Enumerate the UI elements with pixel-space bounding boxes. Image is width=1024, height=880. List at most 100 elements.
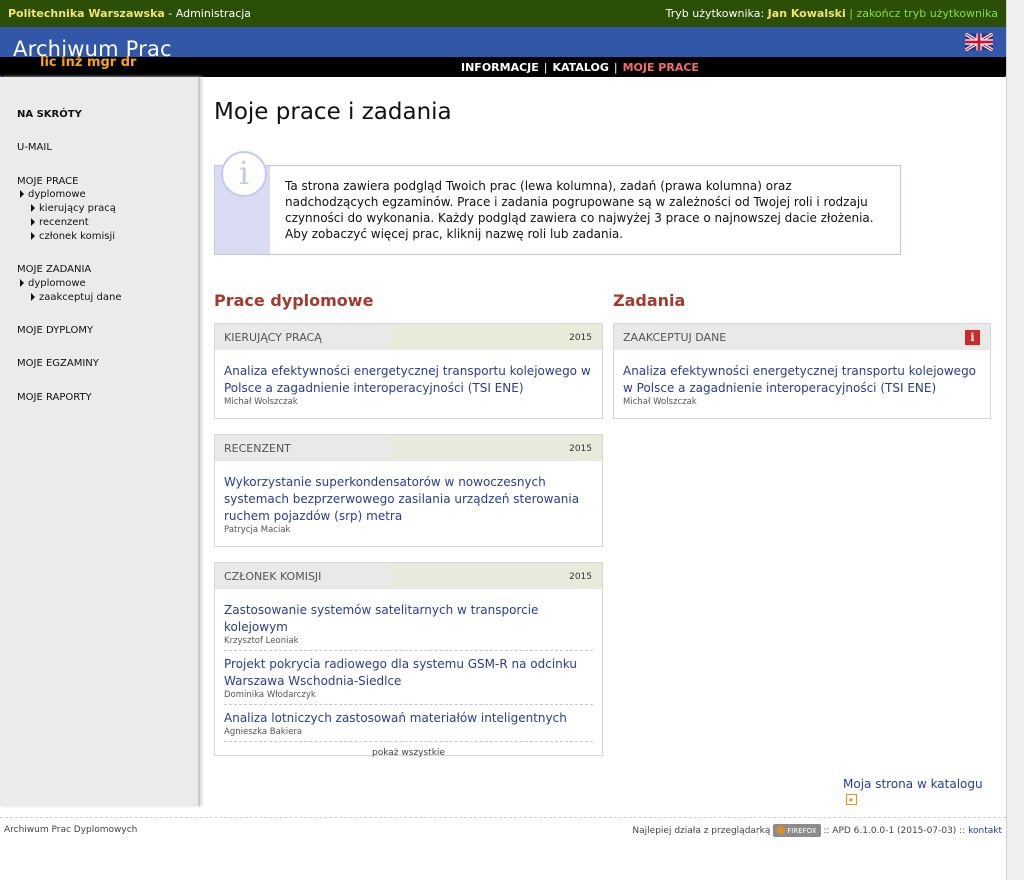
top-bar: Politechnika Warszawska - Administracja … xyxy=(0,0,1006,27)
thesis-link[interactable]: Analiza lotniczych zastosowań materiałów… xyxy=(224,710,593,727)
accept-data-task-link[interactable]: ZAAKCEPTUJ DANE xyxy=(623,331,726,344)
sidebar-item-umail[interactable]: U-MAIL xyxy=(17,142,52,153)
footer-version: :: APD 6.1.0.0-1 (2015-07-03) :: xyxy=(820,826,969,836)
sidebar-item-supervisor[interactable]: kierujący pracą xyxy=(31,203,116,214)
card-year-cell: 2015 xyxy=(391,324,602,350)
list-item: Analiza efektywności energetycznej trans… xyxy=(224,363,593,409)
reviewer-role-link[interactable]: RECENZENT xyxy=(224,442,291,455)
triangle-right-icon xyxy=(31,293,35,301)
sidebar-item-my-tasks-diploma[interactable]: dyplomowe xyxy=(20,278,86,289)
sidebar-item-label: zaakceptuj dane xyxy=(39,292,122,303)
university-name[interactable]: Politechnika Warszawska xyxy=(8,7,165,20)
triangle-right-icon xyxy=(20,190,24,198)
list-item: Projekt pokrycia radiowego dla systemu G… xyxy=(224,656,593,705)
footer-app-name: Archiwum Prac Dyplomowych xyxy=(4,825,138,835)
info-box: i Ta strona zawiera podgląd Twoich prac … xyxy=(214,151,901,255)
info-text: Ta strona zawiera podgląd Twoich prac (l… xyxy=(285,179,874,241)
header: Archiwum Prac lic inż mgr dr INFORMACJE |… xyxy=(0,27,1006,77)
app-sublogo: lic inż mgr dr xyxy=(40,55,137,70)
sidebar-item-my-tasks[interactable]: MOJE ZADANIA xyxy=(17,264,91,275)
thesis-link[interactable]: Projekt pokrycia radiowego dla systemu G… xyxy=(224,656,593,690)
sidebar-item-label: członek komisji xyxy=(39,231,116,242)
uk-flag-icon[interactable] xyxy=(965,33,993,51)
my-catalog-page-link[interactable]: Moja strona w katalogu ▸ xyxy=(843,777,994,805)
card-year: 2015 xyxy=(569,572,592,582)
card-header: KIERUJĄCY PRACĄ 2015 xyxy=(215,324,602,350)
user-mode-info: Tryb użytkownika: Jan Kowalski | zakończ… xyxy=(666,7,998,20)
thesis-link[interactable]: Analiza efektywności energetycznej trans… xyxy=(224,363,593,397)
thesis-author: Krzysztof Leoniak xyxy=(224,636,299,646)
footer-best-with: Najlepiej działa z przeglądarką xyxy=(632,826,771,836)
thesis-author: Michał Wolszczak xyxy=(224,397,298,407)
my-catalog-page-label: Moja strona w katalogu xyxy=(843,777,983,791)
top-bar-left: Politechnika Warszawska - Administracja xyxy=(8,7,251,20)
page: Politechnika Warszawska - Administracja … xyxy=(0,0,1006,880)
info-icon: i xyxy=(221,151,267,197)
firefox-icon xyxy=(777,826,786,834)
nav-separator: | xyxy=(613,61,618,74)
section-name: - Administracja xyxy=(164,7,252,20)
reviewer-card: RECENZENT 2015 Wykorzystanie superkonden… xyxy=(214,434,603,547)
sidebar-item-committee[interactable]: członek komisji xyxy=(31,231,115,242)
sidebar-item-my-diplomas[interactable]: MOJE DYPLOMY xyxy=(17,325,93,336)
thesis-author: Michał Wolszczak xyxy=(623,397,697,407)
thesis-link[interactable]: Wykorzystanie superkondensatorów w nowoc… xyxy=(224,474,593,525)
user-mode-label: Tryb użytkownika: xyxy=(665,7,768,20)
page-scrollbar[interactable] xyxy=(1006,0,1024,880)
card-header: ZAAKCEPTUJ DANE i xyxy=(614,324,990,350)
sidebar-item-label: recenzent xyxy=(39,217,89,228)
sidebar-item-label: dyplomowe xyxy=(28,278,86,289)
nav-separator: | xyxy=(543,61,548,74)
separator: | xyxy=(845,7,857,20)
sidebar-item-my-works-diploma[interactable]: dyplomowe xyxy=(20,189,86,200)
firefox-badge[interactable]: FIREFOX xyxy=(773,824,821,837)
card-year-cell: 2015 xyxy=(391,563,602,589)
user-name: Jan Kowalski xyxy=(767,7,846,20)
nav-moje-prace[interactable]: MOJE PRACE xyxy=(623,61,699,74)
committee-card: CZŁONEK KOMISJI 2015 Zastosowanie system… xyxy=(214,562,603,758)
page-title: Moje prace i zadania xyxy=(214,99,452,125)
card-year: 2015 xyxy=(569,444,592,454)
sidebar-item-reviewer[interactable]: recenzent xyxy=(31,217,89,228)
sidebar: NA SKRÓTY U-MAIL MOJE PRACE dyplomowe ki… xyxy=(0,77,200,806)
card-year-cell: 2015 xyxy=(391,435,602,461)
card-header: RECENZENT 2015 xyxy=(215,435,602,461)
triangle-right-icon xyxy=(20,279,24,287)
accept-data-card: ZAAKCEPTUJ DANE i Analiza efektywności e… xyxy=(613,323,991,419)
list-item: Analiza efektywności energetycznej trans… xyxy=(623,363,981,409)
show-all-link[interactable]: pokaż wszystkie xyxy=(215,742,602,758)
thesis-author: Dominika Włodarczyk xyxy=(224,690,316,700)
footer-info: Najlepiej działa z przeglądarką FIREFOX … xyxy=(632,824,1002,837)
sidebar-item-my-reports[interactable]: MOJE RAPORTY xyxy=(17,392,92,403)
contact-link[interactable]: kontakt xyxy=(968,826,1002,836)
sidebar-item-accept-data[interactable]: zaakceptuj dane xyxy=(31,292,121,303)
sidebar-item-my-works[interactable]: MOJE PRACE xyxy=(17,176,78,187)
thesis-link[interactable]: Zastosowanie systemów satelitarnych w tr… xyxy=(224,602,593,636)
thesis-author: Patrycja Maciak xyxy=(224,525,291,535)
sidebar-item-label: dyplomowe xyxy=(28,189,86,200)
main-nav: INFORMACJE | KATALOG | MOJE PRACE xyxy=(461,61,699,74)
nav-informacje[interactable]: INFORMACJE xyxy=(461,61,539,74)
main-nav-bar: lic inż mgr dr INFORMACJE | KATALOG | MOJE P… xyxy=(0,55,1006,77)
card-year: 2015 xyxy=(569,333,592,343)
list-item: Wykorzystanie superkondensatorów w nowoc… xyxy=(224,474,593,537)
nav-katalog[interactable]: KATALOG xyxy=(553,61,609,74)
theses-section-title: Prace dyplomowe xyxy=(214,291,374,310)
triangle-right-icon xyxy=(31,232,35,240)
triangle-right-icon xyxy=(31,204,35,212)
sidebar-shortcuts-heading: NA SKRÓTY xyxy=(17,109,82,120)
thesis-author: Agnieszka Bakiera xyxy=(224,727,303,737)
sidebar-item-label: kierujący pracą xyxy=(39,203,116,214)
committee-role-link[interactable]: CZŁONEK KOMISJI xyxy=(224,570,321,583)
footer: Archiwum Prac Dyplomowych Najlepiej dzia… xyxy=(0,817,1006,842)
alert-icon: i xyxy=(965,330,980,345)
supervisor-card: KIERUJĄCY PRACĄ 2015 Analiza efektywnośc… xyxy=(214,323,603,419)
tasks-section-title: Zadania xyxy=(613,291,686,310)
thesis-link[interactable]: Analiza efektywności energetycznej trans… xyxy=(623,363,981,397)
arrow-right-icon: ▸ xyxy=(846,794,857,805)
triangle-right-icon xyxy=(31,218,35,226)
end-user-mode-link[interactable]: zakończ tryb użytkownika xyxy=(856,7,998,20)
sidebar-item-my-exams[interactable]: MOJE EGZAMINY xyxy=(17,358,99,369)
supervisor-role-link[interactable]: KIERUJĄCY PRACĄ xyxy=(224,331,322,344)
firefox-label: FIREFOX xyxy=(787,827,817,835)
